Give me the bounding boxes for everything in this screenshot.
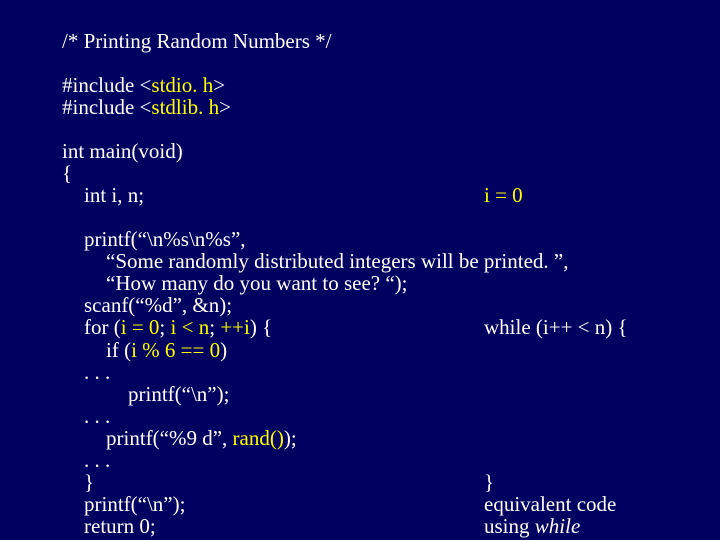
text: printf(“%9 d”,: [106, 426, 233, 450]
annotation-dots: . . .: [62, 449, 304, 471]
printf-arg-2: “How many do you want to see? “);: [62, 272, 720, 294]
annotation-close: }: [484, 471, 704, 493]
text: ): [220, 338, 227, 362]
scanf-line: scanf(“%d”, &n);: [62, 294, 720, 316]
text: ;: [159, 315, 170, 339]
text: for (: [84, 315, 121, 339]
annotation-i0: i = 0: [484, 184, 704, 206]
close-for: }: [62, 471, 484, 493]
for-init: i = 0: [121, 315, 160, 339]
for-cond: i < n: [171, 315, 210, 339]
printf-line-1: printf(“\n%s\n%s”,: [62, 228, 720, 250]
include-line-1: #include <stdio. h>: [62, 74, 720, 96]
text: using: [484, 514, 535, 538]
blank: [62, 206, 720, 228]
text: );: [284, 426, 297, 450]
for-line: for (i = 0; i < n; ++i) {: [62, 316, 484, 338]
code-slide: /* Printing Random Numbers */ #include <…: [0, 0, 720, 540]
text: ;: [209, 315, 220, 339]
include-line-2: #include <stdlib. h>: [62, 96, 720, 118]
annotation-dots: . . .: [62, 361, 304, 383]
if-cond: i % 6 == 0: [131, 338, 220, 362]
comment-line: /* Printing Random Numbers */: [62, 30, 720, 52]
text: >: [219, 95, 231, 119]
blank: [62, 52, 720, 74]
printf-rand: printf(“%9 d”, rand());: [62, 427, 506, 449]
if-line: if (i % 6 == 0): [62, 339, 506, 361]
decl-vars: int i, n;: [62, 184, 484, 206]
main-decl: int main(void): [62, 140, 720, 162]
text: #include <: [62, 95, 151, 119]
text: ) {: [250, 315, 272, 339]
while-italic: while: [535, 514, 581, 538]
blank: [62, 118, 720, 140]
printf-final: printf(“\n”);: [62, 493, 484, 515]
open-brace: {: [62, 162, 720, 184]
text: >: [213, 73, 225, 97]
rand-call: rand(): [233, 426, 284, 450]
header-name: stdlib. h: [151, 95, 219, 119]
annotation-equiv-1: equivalent code: [484, 493, 704, 515]
header-name: stdio. h: [151, 73, 213, 97]
annotation-dots: . . .: [62, 405, 304, 427]
for-inc: ++i: [220, 315, 250, 339]
printf-arg-1: “Some randomly distributed integers will…: [62, 250, 720, 272]
annotation-equiv-2: using while: [484, 515, 704, 537]
text: #include <: [62, 73, 151, 97]
annotation-while: while (i++ < n) {: [484, 316, 704, 338]
return-line: return 0;: [62, 515, 484, 537]
printf-nl: printf(“\n”);: [62, 383, 528, 405]
text: if (: [106, 338, 131, 362]
